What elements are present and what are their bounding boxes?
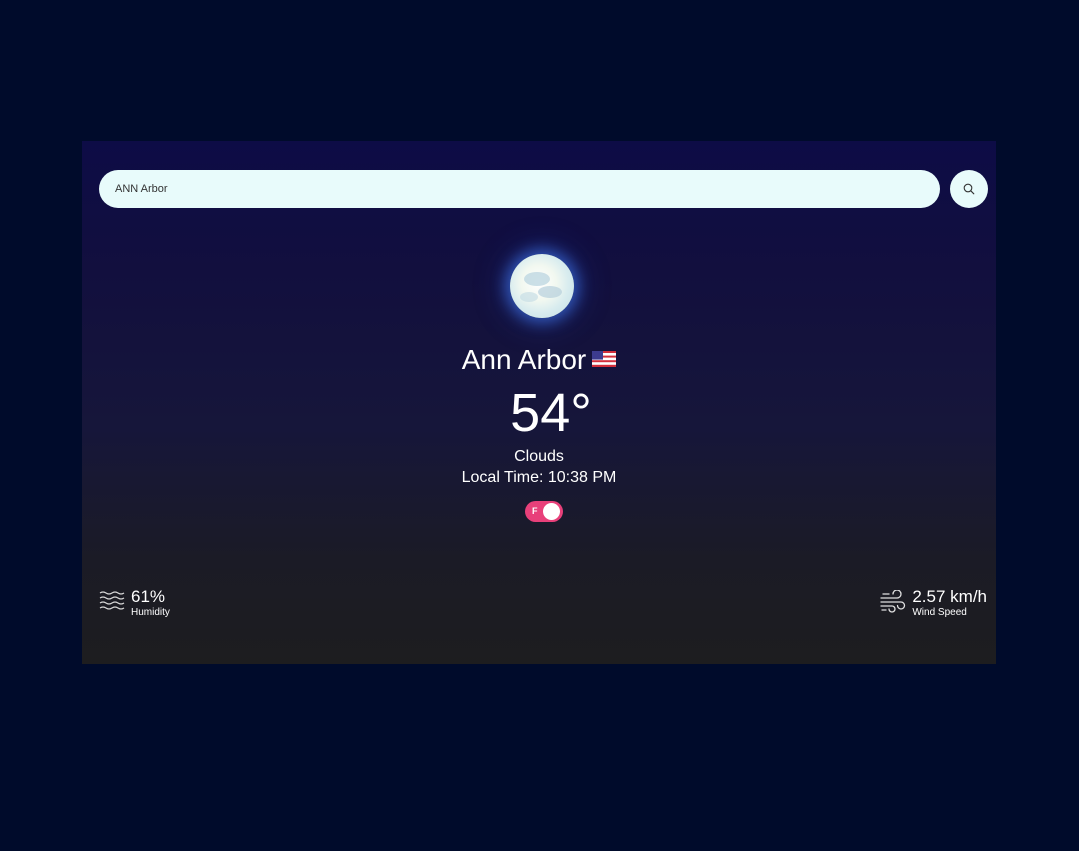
moon-clouds-icon (510, 254, 574, 318)
wind-icon (880, 590, 906, 613)
wind-speed-label: Wind Speed (912, 607, 967, 618)
us-flag-icon (592, 350, 617, 367)
humidity-stat: 61% Humidity (99, 587, 170, 619)
wind-speed-value: 2.57 km/h (912, 587, 987, 606)
waves-icon (99, 591, 125, 610)
unit-toggle[interactable]: F (525, 501, 563, 522)
weather-card: Ann Arbor 54° Clouds Local Time: 10:38 P… (82, 141, 996, 664)
temperature: 54° (510, 383, 592, 443)
toggle-knob (543, 503, 560, 520)
search-button[interactable] (950, 170, 988, 208)
local-time: Local Time: 10:38 PM (461, 469, 617, 486)
humidity-value: 61% (131, 587, 166, 606)
search-input[interactable] (99, 170, 940, 208)
humidity-label: Humidity (131, 607, 170, 618)
unit-toggle-label: F (532, 506, 538, 516)
wind-stat: 2.57 km/h Wind Speed (880, 587, 987, 619)
city-name: Ann Arbor (461, 344, 587, 375)
city-name-row: Ann Arbor (82, 342, 996, 378)
search-icon (963, 183, 975, 195)
weather-condition: Clouds (514, 448, 564, 465)
